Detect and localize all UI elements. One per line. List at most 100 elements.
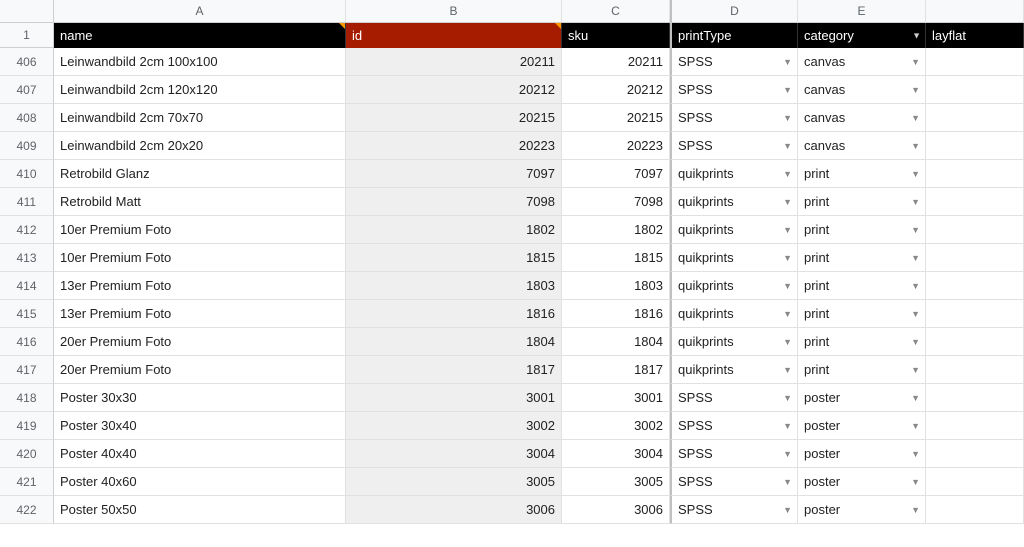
cell-category[interactable]: poster▼ (798, 496, 926, 524)
row-header[interactable]: 416 (0, 328, 54, 356)
cell-printtype[interactable]: quikprints▼ (670, 160, 798, 188)
cell-category[interactable]: print▼ (798, 356, 926, 384)
cell-id[interactable]: 7098 (346, 188, 562, 216)
cell-name[interactable]: 20er Premium Foto (54, 356, 346, 384)
cell-sku[interactable]: 20211 (562, 48, 670, 76)
dropdown-icon[interactable]: ▼ (783, 328, 792, 356)
cell-id[interactable]: 3002 (346, 412, 562, 440)
row-header[interactable]: 411 (0, 188, 54, 216)
cell-id[interactable]: 20212 (346, 76, 562, 104)
row-header[interactable]: 408 (0, 104, 54, 132)
dropdown-icon[interactable]: ▼ (911, 384, 920, 412)
cell-id[interactable]: 20215 (346, 104, 562, 132)
cell-layflat[interactable] (926, 216, 1024, 244)
cell-layflat[interactable] (926, 48, 1024, 76)
select-all-corner[interactable] (0, 0, 54, 23)
dropdown-icon[interactable]: ▼ (783, 244, 792, 272)
dropdown-icon[interactable]: ▼ (911, 160, 920, 188)
dropdown-icon[interactable]: ▼ (911, 244, 920, 272)
cell-sku[interactable]: 3001 (562, 384, 670, 412)
cell-name[interactable]: 10er Premium Foto (54, 216, 346, 244)
row-header[interactable]: 417 (0, 356, 54, 384)
row-header[interactable]: 421 (0, 468, 54, 496)
cell-sku[interactable]: 20212 (562, 76, 670, 104)
row-header[interactable]: 422 (0, 496, 54, 524)
cell-name[interactable]: 13er Premium Foto (54, 272, 346, 300)
cell-category[interactable]: print▼ (798, 328, 926, 356)
row-header[interactable]: 412 (0, 216, 54, 244)
cell-layflat[interactable] (926, 328, 1024, 356)
cell-name[interactable]: Leinwandbild 2cm 70x70 (54, 104, 346, 132)
cell-id[interactable]: 3005 (346, 468, 562, 496)
cell-printtype[interactable]: quikprints▼ (670, 356, 798, 384)
dropdown-icon[interactable]: ▼ (783, 48, 792, 76)
cell-printtype[interactable]: SPSS▼ (670, 76, 798, 104)
cell-layflat[interactable] (926, 160, 1024, 188)
dropdown-icon[interactable]: ▼ (911, 132, 920, 160)
cell-printtype[interactable]: quikprints▼ (670, 300, 798, 328)
cell-layflat[interactable] (926, 76, 1024, 104)
column-header-B[interactable]: B (346, 0, 562, 23)
cell-sku[interactable]: 3002 (562, 412, 670, 440)
row-header[interactable]: 409 (0, 132, 54, 160)
cell-sku[interactable]: 1802 (562, 216, 670, 244)
dropdown-icon[interactable]: ▼ (783, 104, 792, 132)
dropdown-icon[interactable]: ▼ (911, 104, 920, 132)
cell-layflat[interactable] (926, 440, 1024, 468)
cell-category[interactable]: print▼ (798, 216, 926, 244)
cell-category[interactable]: poster▼ (798, 384, 926, 412)
cell-printtype[interactable]: quikprints▼ (670, 328, 798, 356)
header-printType[interactable]: printType (670, 23, 798, 48)
cell-category[interactable]: print▼ (798, 188, 926, 216)
dropdown-icon[interactable]: ▼ (911, 76, 920, 104)
column-header-D[interactable]: D (670, 0, 798, 23)
cell-printtype[interactable]: quikprints▼ (670, 244, 798, 272)
header-layflat[interactable]: layflat (926, 23, 1024, 48)
cell-category[interactable]: print▼ (798, 272, 926, 300)
dropdown-icon[interactable]: ▼ (911, 216, 920, 244)
cell-layflat[interactable] (926, 272, 1024, 300)
cell-name[interactable]: Poster 30x30 (54, 384, 346, 412)
cell-id[interactable]: 20223 (346, 132, 562, 160)
cell-layflat[interactable] (926, 132, 1024, 160)
dropdown-icon[interactable]: ▼ (783, 412, 792, 440)
cell-category[interactable]: canvas▼ (798, 48, 926, 76)
dropdown-icon[interactable]: ▼ (783, 440, 792, 468)
cell-layflat[interactable] (926, 468, 1024, 496)
dropdown-icon[interactable]: ▼ (783, 76, 792, 104)
cell-category[interactable]: print▼ (798, 244, 926, 272)
dropdown-icon[interactable]: ▼ (911, 300, 920, 328)
cell-name[interactable]: 20er Premium Foto (54, 328, 346, 356)
dropdown-icon[interactable]: ▼ (783, 468, 792, 496)
row-header[interactable]: 415 (0, 300, 54, 328)
cell-id[interactable]: 1804 (346, 328, 562, 356)
row-header[interactable]: 419 (0, 412, 54, 440)
header-id[interactable]: id (346, 23, 562, 48)
header-category[interactable]: category▼ (798, 23, 926, 48)
dropdown-icon[interactable]: ▼ (783, 188, 792, 216)
dropdown-icon[interactable]: ▼ (911, 496, 920, 524)
cell-id[interactable]: 3004 (346, 440, 562, 468)
column-header-f[interactable] (926, 0, 1024, 23)
cell-id[interactable]: 7097 (346, 160, 562, 188)
filter-icon[interactable]: ▼ (912, 23, 921, 48)
dropdown-icon[interactable]: ▼ (783, 272, 792, 300)
dropdown-icon[interactable]: ▼ (911, 440, 920, 468)
cell-category[interactable]: canvas▼ (798, 104, 926, 132)
cell-name[interactable]: Poster 50x50 (54, 496, 346, 524)
cell-name[interactable]: Leinwandbild 2cm 20x20 (54, 132, 346, 160)
cell-printtype[interactable]: quikprints▼ (670, 188, 798, 216)
row-header[interactable]: 406 (0, 48, 54, 76)
cell-layflat[interactable] (926, 188, 1024, 216)
cell-layflat[interactable] (926, 412, 1024, 440)
cell-printtype[interactable]: SPSS▼ (670, 132, 798, 160)
cell-printtype[interactable]: SPSS▼ (670, 48, 798, 76)
header-name[interactable]: name (54, 23, 346, 48)
dropdown-icon[interactable]: ▼ (911, 272, 920, 300)
cell-name[interactable]: Leinwandbild 2cm 100x100 (54, 48, 346, 76)
cell-name[interactable]: Poster 30x40 (54, 412, 346, 440)
dropdown-icon[interactable]: ▼ (783, 496, 792, 524)
cell-name[interactable]: Poster 40x60 (54, 468, 346, 496)
header-sku[interactable]: sku (562, 23, 670, 48)
cell-layflat[interactable] (926, 244, 1024, 272)
